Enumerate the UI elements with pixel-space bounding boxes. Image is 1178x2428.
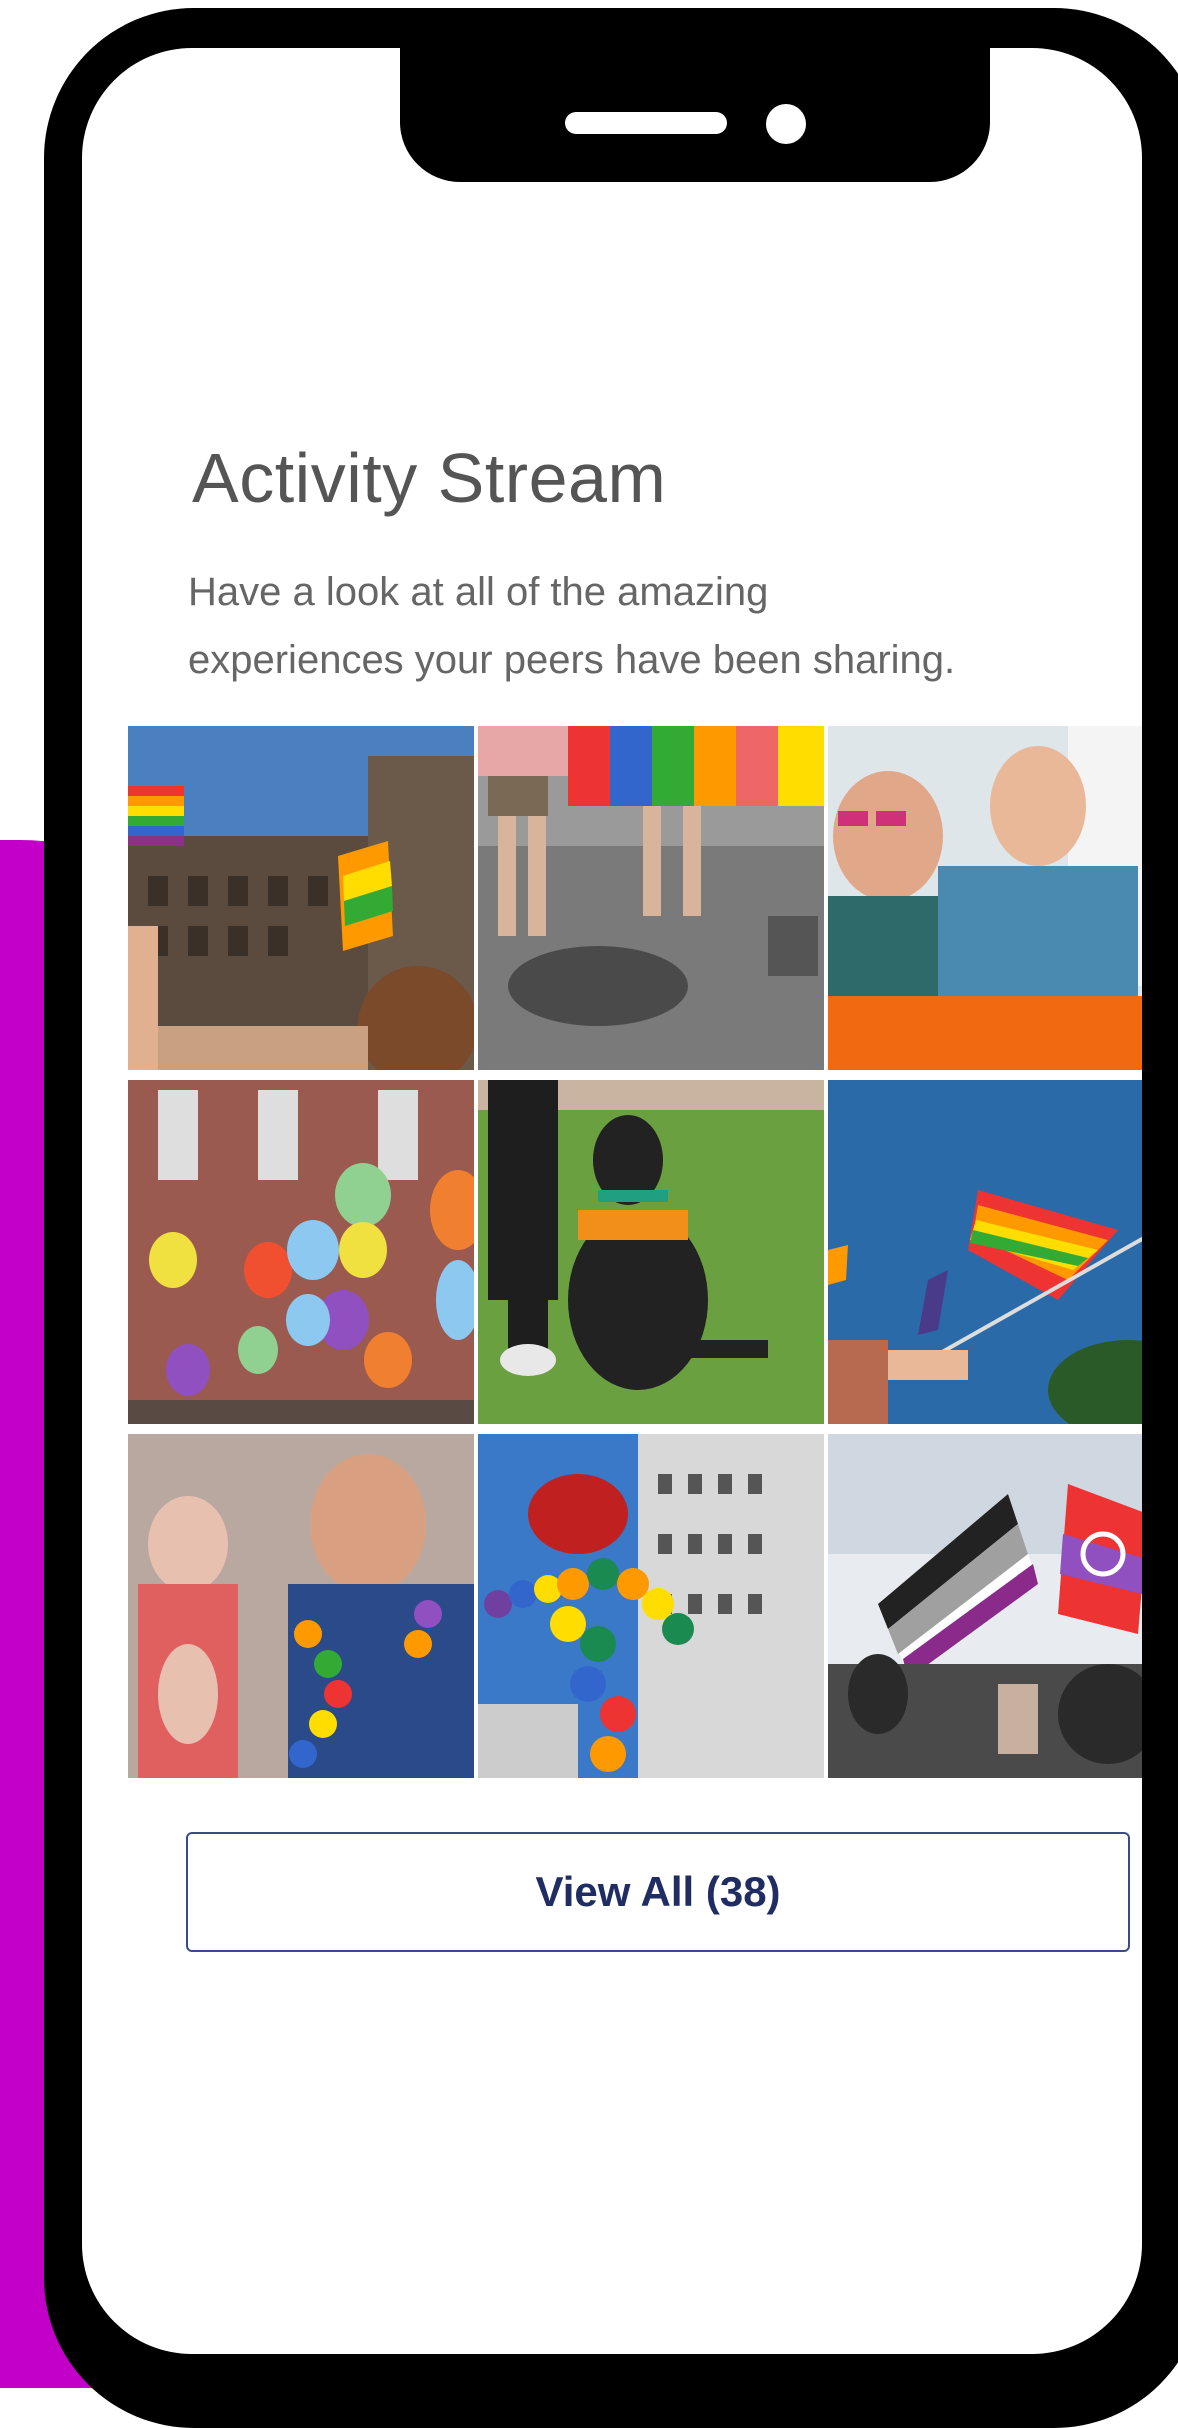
photo-legs-rainbow-banner[interactable] [478,726,824,1070]
camera-icon [766,104,806,144]
photo-balloon-arch-city[interactable] [478,1434,824,1778]
page-subtitle: Have a look at all of the amazing experi… [188,558,1142,694]
page-title: Activity Stream [192,439,667,517]
photo-grid [82,726,1142,1778]
phone-screen: Activity Stream Have a look at all of th… [82,48,1142,2354]
photo-man-flower-lei[interactable] [128,1434,474,1778]
photo-balloons-brick-building[interactable] [128,1080,474,1424]
subtitle-line-2: experiences your peers have been sharing… [188,638,956,682]
speaker-icon [565,112,727,134]
phone-frame: Activity Stream Have a look at all of th… [44,8,1178,2428]
photo-pride-flags-sky[interactable] [828,1080,1142,1424]
photo-two-men-smiling[interactable] [828,726,1142,1070]
view-all-button[interactable]: View All (38) [186,1832,1130,1952]
photo-building-rainbow-flags[interactable] [128,726,474,1070]
photo-dog-rainbow-bandana[interactable] [478,1080,824,1424]
phone-notch [400,48,990,182]
photo-asexual-pride-flags[interactable] [828,1434,1142,1778]
subtitle-line-1: Have a look at all of the amazing [188,570,769,614]
